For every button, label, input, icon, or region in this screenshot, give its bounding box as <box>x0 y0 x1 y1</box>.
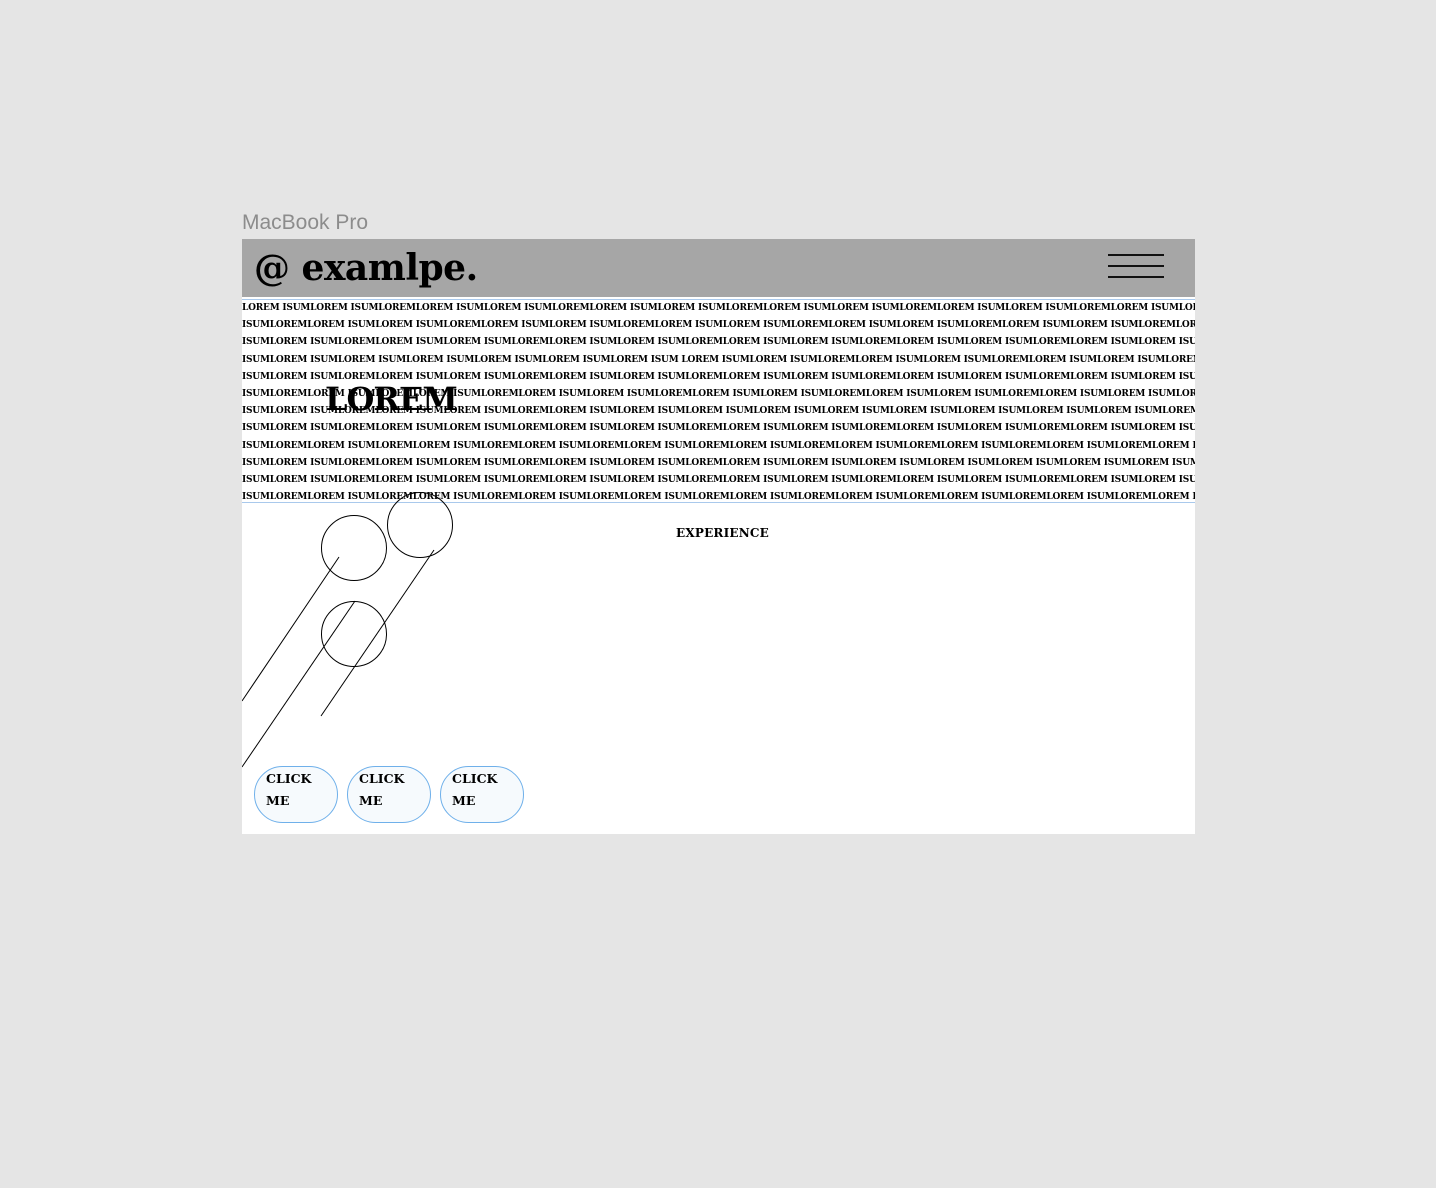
button-label: CLICK ME <box>452 771 498 808</box>
pattern-row: ISUMLOREM ISUMLOREMLOREM ISUMLOREM ISUML… <box>242 474 1195 485</box>
frame-label: MacBook Pro <box>242 211 369 234</box>
pattern-row: ISUMLOREM ISUMLOREMLOREM ISUMLOREM ISUML… <box>242 457 1195 468</box>
pattern-row: ISUMLOREMLOREM ISUMLOREM ISUMLOREMLOREM … <box>242 320 1195 331</box>
page-frame: @ examlpe. LOREM ISUMLOREM ISUMLOREMLORE… <box>242 239 1195 834</box>
pattern-row: LOREM ISUMLOREM ISUMLOREMLOREM ISUMLOREM… <box>242 303 1195 313</box>
decor-line <box>242 600 356 768</box>
button-label: CLICK ME <box>359 771 405 808</box>
pattern-row: ISUMLOREMLOREM ISUMLOREMLOREM ISUMLOREML… <box>242 492 1195 503</box>
decor-circle <box>321 601 387 667</box>
decor-line <box>242 556 340 702</box>
logo[interactable]: @ examlpe. <box>254 243 478 293</box>
pattern-row: ISUMLOREM ISUMLOREMLOREM ISUMLOREM ISUML… <box>242 423 1195 434</box>
decor-line <box>320 549 435 717</box>
pattern-row: ISUMLOREM ISUMLOREMLOREM ISUMLOREM ISUML… <box>242 337 1195 348</box>
pattern-row: ISUMLOREMLOREM ISUMLOREMLOREM ISUMLOREML… <box>242 440 1195 451</box>
click-me-button-2[interactable]: CLICK ME <box>347 766 431 823</box>
hero-heading: LOREM <box>325 380 458 418</box>
button-label: CLICK ME <box>266 771 312 808</box>
pattern-row: ISUMLOREM ISUMLOREM ISUMLOREM ISUMLOREM … <box>242 354 1195 365</box>
decor-circle <box>321 515 387 581</box>
experience-label: EXPERIENCE <box>676 526 770 540</box>
click-me-button-1[interactable]: CLICK ME <box>254 766 338 823</box>
click-me-button-3[interactable]: CLICK ME <box>440 766 524 823</box>
hamburger-menu-icon[interactable] <box>1108 254 1164 280</box>
header-bar: @ examlpe. <box>242 239 1195 297</box>
